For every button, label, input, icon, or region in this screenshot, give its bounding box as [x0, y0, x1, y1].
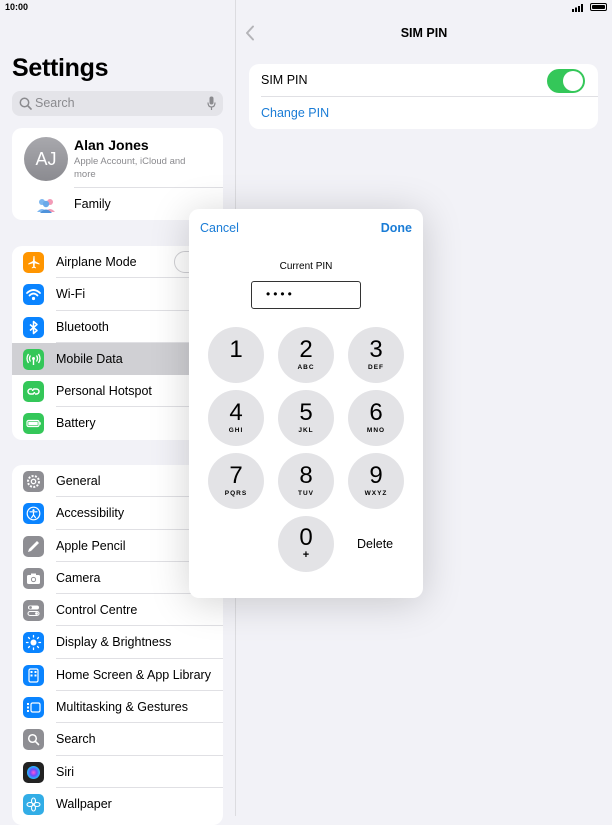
switches-icon [23, 600, 44, 622]
gear-icon [23, 471, 44, 492]
key-letters: JKL [298, 427, 314, 434]
sun-icon [23, 632, 44, 654]
sidebar-item-wallpaper[interactable]: Wallpaper [12, 788, 223, 820]
keypad-key-6[interactable]: 6 MNO [348, 390, 404, 446]
home-screen-icon [23, 664, 44, 686]
key-digit: 2 [299, 336, 313, 363]
sidebar-item-label: Search [56, 732, 96, 747]
wifi-icon [23, 284, 44, 306]
keypad-key-4[interactable]: 4 GHI [208, 390, 264, 446]
sidebar-item-label: Home Screen & App Library [56, 667, 211, 682]
avatar[interactable]: AJ [24, 137, 68, 181]
key-digit: 9 [369, 462, 383, 489]
key-digit: 5 [299, 399, 313, 426]
sidebar-item-label: Mobile Data [56, 351, 123, 366]
key-letters: + [302, 549, 310, 561]
search-placeholder: Search [35, 96, 75, 110]
sidebar-item-control-centre[interactable]: Control Centre [12, 594, 223, 627]
key-digit: 7 [229, 462, 243, 489]
sidebar-item-label: Control Centre [56, 603, 138, 618]
key-letters: ABC [297, 364, 315, 371]
current-pin-label: Current PIN [279, 261, 333, 272]
flower-icon [23, 793, 44, 815]
account-card: AJ Alan Jones Apple Account, iCloud and … [12, 128, 223, 220]
pin-value: •••• [266, 287, 295, 301]
key-digit: 6 [369, 399, 383, 426]
sidebar-item-multitasking[interactable]: Multitasking & Gestures [12, 691, 223, 724]
key-letters: MNO [366, 427, 386, 434]
sidebar-item-label: General [56, 474, 101, 488]
key-letters: GHI [228, 427, 244, 434]
family-icon [34, 193, 58, 217]
cellular-signal-icon [572, 4, 583, 12]
sim-pin-toggle[interactable] [547, 69, 585, 93]
sidebar-item-label: Multitasking & Gestures [56, 700, 188, 715]
key-digit: 4 [229, 399, 243, 426]
sidebar-item-family[interactable]: Family [74, 197, 111, 211]
camera-icon [23, 567, 44, 589]
bluetooth-icon [23, 316, 44, 338]
multitasking-icon [23, 697, 44, 719]
key-digit: 8 [299, 462, 313, 489]
key-digit: 1 [229, 336, 243, 363]
microphone-icon[interactable] [207, 96, 216, 111]
hotspot-icon [23, 381, 44, 403]
sidebar-item-label: Wallpaper [56, 796, 112, 811]
sidebar-item-label: Battery [56, 416, 96, 431]
sidebar-item-search[interactable]: Search [12, 723, 223, 756]
battery-icon [590, 3, 607, 11]
keypad-key-0[interactable]: 0 + [278, 516, 334, 572]
search-field[interactable]: Search [12, 91, 223, 116]
change-pin-link[interactable]: Change PIN [261, 106, 329, 120]
accessibility-icon [23, 503, 44, 525]
keypad-key-2[interactable]: 2 ABC [278, 327, 334, 383]
sidebar-item-siri[interactable]: Siri [12, 756, 223, 788]
keypad-key-8[interactable]: 8 TUV [278, 453, 334, 509]
key-letters: DEF [368, 364, 384, 371]
key-letters: PQRS [224, 490, 248, 497]
key-letters: TUV [298, 490, 314, 497]
current-pin-field[interactable]: •••• [251, 281, 361, 309]
sidebar-item-display-brightness[interactable]: Display & Brightness [12, 626, 223, 659]
siri-icon [23, 761, 44, 783]
sidebar-item-label: Wi-Fi [56, 287, 86, 302]
divider [74, 187, 223, 188]
sidebar-item-label: Camera [56, 570, 101, 585]
keypad-key-5[interactable]: 5 JKL [278, 390, 334, 446]
sidebar-item-label: Display & Brightness [56, 635, 172, 650]
keypad-key-7[interactable]: 7 PQRS [208, 453, 264, 509]
sidebar-item-label: Personal Hotspot [56, 384, 152, 399]
key-letters: WXYZ [364, 490, 388, 497]
antenna-icon [23, 348, 44, 370]
delete-button[interactable]: Delete [357, 537, 393, 551]
battery-setting-icon [23, 413, 44, 435]
account-name[interactable]: Alan Jones [74, 137, 149, 153]
key-digit: 0 [299, 524, 313, 551]
sidebar-item-label: Bluetooth [56, 319, 109, 334]
page-title: SIM PIN [400, 26, 448, 40]
sim-pin-group: SIM PIN Change PIN [249, 64, 598, 129]
account-subtitle: Apple Account, iCloud and more [74, 156, 186, 180]
airplane-icon [23, 252, 44, 273]
search-icon [19, 97, 32, 110]
sidebar-item-label: Airplane Mode [56, 255, 137, 269]
sim-pin-label: SIM PIN [261, 73, 308, 87]
divider [261, 96, 598, 97]
done-button[interactable]: Done [381, 221, 412, 235]
search-icon [23, 729, 44, 751]
status-bar: 10:00 [0, 0, 612, 16]
keypad-key-3[interactable]: 3 DEF [348, 327, 404, 383]
pencil-icon [23, 535, 44, 557]
keypad-key-9[interactable]: 9 WXYZ [348, 453, 404, 509]
sidebar-item-home-screen[interactable]: Home Screen & App Library [12, 659, 223, 692]
pin-entry-dialog: Cancel Done Current PIN •••• 1 2 ABC 3 D… [189, 209, 423, 598]
status-time: 10:00 [5, 2, 29, 12]
sidebar-item-label: Siri [56, 764, 75, 779]
keypad-key-1[interactable]: 1 [208, 327, 264, 383]
key-digit: 3 [369, 336, 383, 363]
sidebar-item-label: Apple Pencil [56, 538, 126, 553]
cancel-button[interactable]: Cancel [200, 221, 239, 235]
sidebar-item-label: Accessibility [56, 506, 125, 521]
sidebar-title: Settings [12, 54, 109, 82]
